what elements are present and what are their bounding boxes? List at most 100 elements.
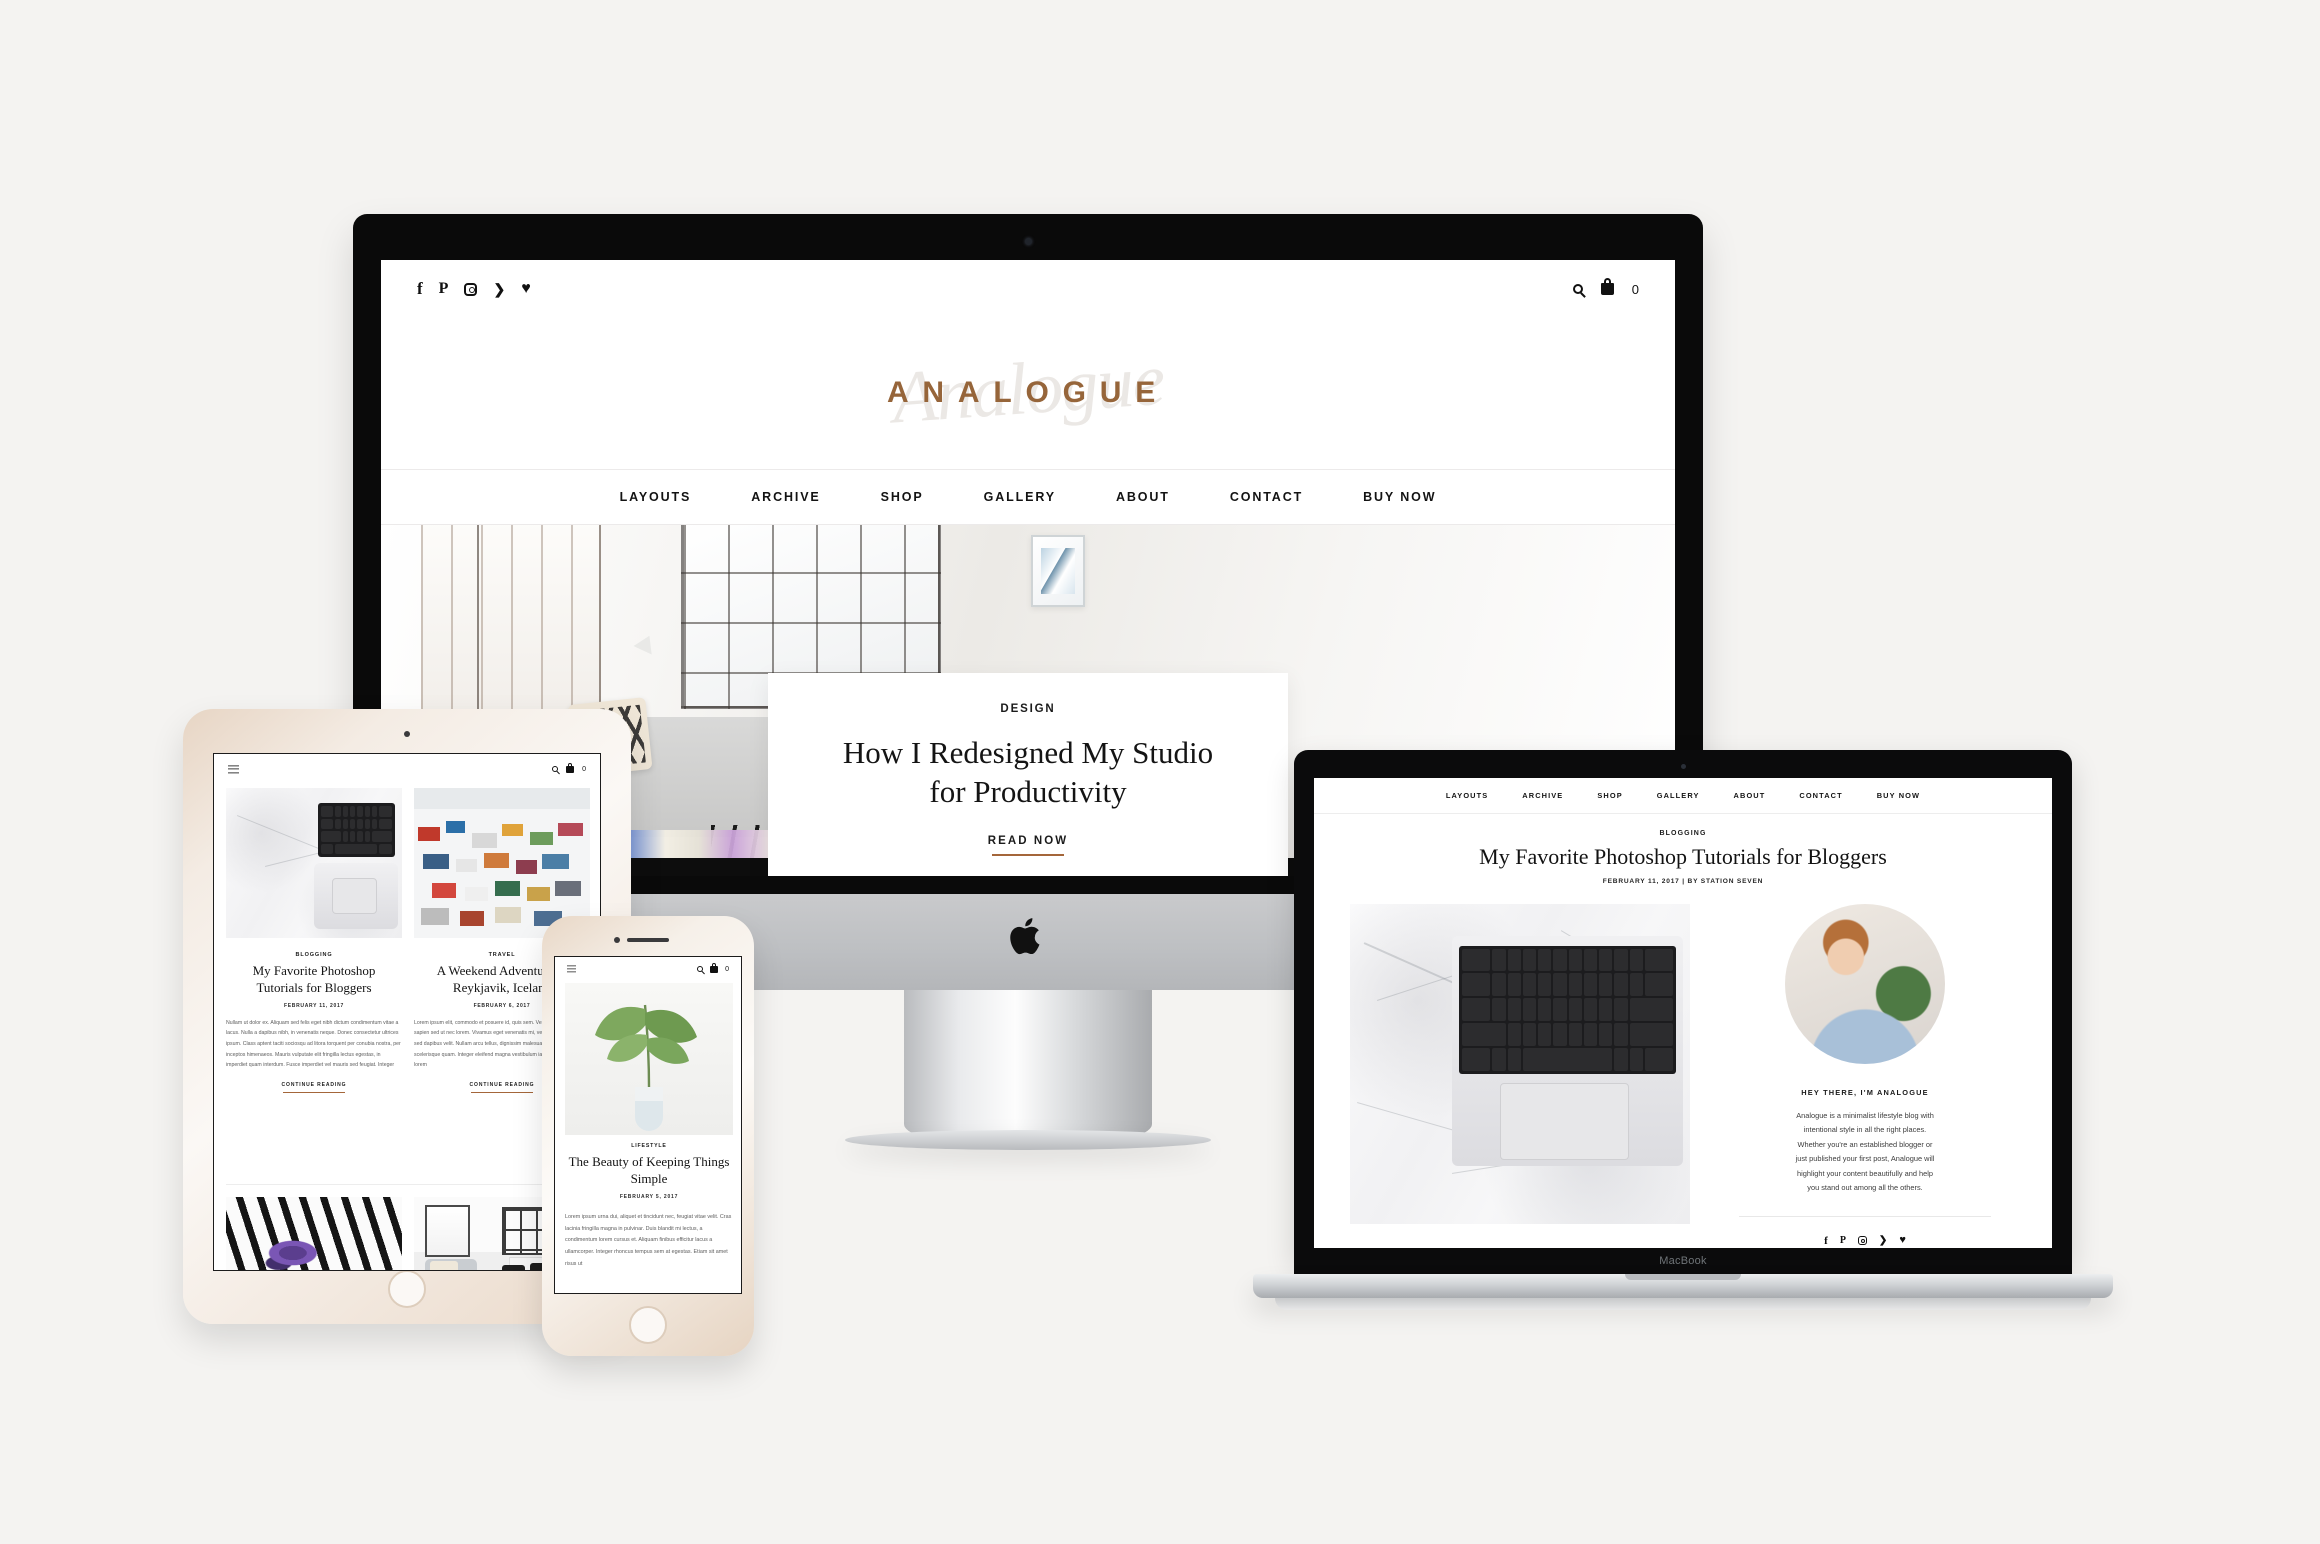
post-category: BLOGGING [1659, 830, 1707, 837]
macbook-post-image[interactable] [1350, 904, 1690, 1224]
nav-item-archive[interactable]: ARCHIVE [1522, 791, 1563, 800]
imac-stand [904, 990, 1152, 1142]
nav-item-gallery[interactable]: GALLERY [1657, 791, 1700, 800]
post-title-line-2: Simple [630, 1170, 668, 1186]
iphone-earpiece [627, 938, 669, 942]
iphone-post-image[interactable] [565, 983, 733, 1135]
hamburger-menu-icon[interactable] [567, 965, 576, 973]
twitter-icon[interactable]: ❯ [493, 281, 505, 298]
apple-logo-icon [1009, 914, 1047, 958]
shopping-bag-icon[interactable] [566, 762, 575, 773]
iphone-utility[interactable]: 0 [697, 962, 729, 975]
post-title: My Favorite Photoshop Tutorials for Blog… [226, 963, 402, 997]
hero-title-line-1: How I Redesigned My Studio [842, 735, 1214, 770]
post-title-line-1: My Favorite Photoshop [252, 963, 376, 978]
iphone-post[interactable]: LIFESTYLE The Beauty of Keeping Things S… [565, 1143, 733, 1270]
device-iphone: 0 LIFESTYLE The Beauty of Keeping Things… [542, 916, 754, 1356]
shopping-bag-icon[interactable] [710, 962, 719, 973]
heart-icon[interactable]: ♥ [1899, 1235, 1906, 1246]
macbook-post-header: BLOGGING My Favorite Photoshop Tutorials… [1314, 830, 2052, 885]
hero-title: How I Redesigned My Studio for Productiv… [843, 733, 1213, 811]
cart-count: 0 [1631, 281, 1639, 297]
hero-cta-label: READ NOW [987, 835, 1069, 848]
macbook-base-notch [1625, 1274, 1741, 1280]
post-meta: FEBRUARY 11, 2017 | BY STATION SEVEN [1602, 878, 1764, 886]
post-date: FEBRUARY 5, 2017 [619, 1194, 679, 1201]
heart-icon[interactable]: ♥ [521, 281, 531, 297]
post-title-line-2: Tutorials for Bloggers [256, 979, 372, 995]
imac-utility[interactable]: 0 [1572, 278, 1639, 298]
iphone-topbar: 0 [555, 957, 741, 981]
hero-read-now-button[interactable]: READ NOW [987, 835, 1069, 857]
macbook-screen: LAYOUTS ARCHIVE SHOP GALLERY ABOUT CONTA… [1314, 778, 2052, 1248]
hero-category: DESIGN [1000, 703, 1056, 715]
post-continue-reading-button[interactable]: CONTINUE READING [226, 1082, 402, 1094]
ipad-bottom-images [226, 1184, 590, 1270]
post-image [226, 788, 402, 938]
search-icon[interactable] [1572, 284, 1586, 298]
post-date: FEBRUARY 11, 2017 [284, 1002, 344, 1009]
cart-count: 0 [725, 965, 729, 973]
bio-line: intentional style in all the right place… [1803, 1125, 1927, 1135]
search-icon[interactable] [552, 766, 560, 775]
nav-item-about[interactable]: ABOUT [1116, 490, 1170, 504]
nav-item-buy-now[interactable]: BUY NOW [1363, 490, 1436, 504]
imac-camera-icon [1024, 238, 1032, 245]
post-cta-label: CONTINUE READING [281, 1082, 347, 1089]
imac-social-links[interactable]: f P ❯ ♥ [417, 279, 531, 299]
search-icon[interactable] [697, 966, 705, 975]
post-cta-underline [283, 1092, 345, 1094]
ipad-post-grid: BLOGGING My Favorite Photoshop Tutorials… [226, 788, 590, 1094]
nav-item-gallery[interactable]: GALLERY [984, 490, 1056, 504]
sidebar-social-links[interactable]: f P ❯ ♥ [1824, 1235, 1906, 1247]
post-cta-underline [471, 1092, 533, 1094]
ipad-utility[interactable]: 0 [552, 762, 586, 775]
post-title-line-1: The Beauty of Keeping Things [568, 1154, 730, 1169]
post-category: BLOGGING [295, 952, 333, 958]
nav-item-shop[interactable]: SHOP [881, 490, 924, 504]
instagram-icon[interactable] [1857, 1236, 1867, 1246]
imac-hero-card: DESIGN How I Redesigned My Studio for Pr… [768, 673, 1288, 876]
bio-line: just published your first post, Analogue… [1795, 1154, 1935, 1164]
ipad-post-card[interactable]: BLOGGING My Favorite Photoshop Tutorials… [226, 788, 402, 1094]
macbook-nav[interactable]: LAYOUTS ARCHIVE SHOP GALLERY ABOUT CONTA… [1314, 778, 2052, 814]
pinterest-icon[interactable]: P [439, 280, 449, 298]
macbook-base-shadow [1275, 1298, 2091, 1310]
post-category: LIFESTYLE [631, 1143, 667, 1149]
nav-item-buy-now[interactable]: BUY NOW [1877, 791, 1920, 800]
keyboard [1458, 945, 1677, 1074]
instagram-icon[interactable] [464, 282, 478, 296]
hamburger-menu-icon[interactable] [228, 764, 239, 774]
macbook-camera-icon [1680, 764, 1686, 769]
nav-item-contact[interactable]: CONTACT [1799, 791, 1842, 800]
twitter-icon[interactable]: ❯ [1879, 1235, 1887, 1246]
imac-stand-base [845, 1130, 1211, 1150]
nav-item-archive[interactable]: ARCHIVE [751, 490, 820, 504]
imac-topbar: f P ❯ ♥ 0 [381, 260, 1675, 318]
shopping-bag-icon[interactable] [1600, 278, 1614, 295]
facebook-icon[interactable]: f [417, 279, 423, 299]
nav-item-layouts[interactable]: LAYOUTS [620, 490, 692, 504]
imac-logo[interactable]: Analogue ANALOGUE [381, 318, 1675, 468]
ipad-home-button[interactable] [388, 1270, 426, 1308]
logo-wordmark: ANALOGUE [886, 376, 1170, 409]
sidebar-heading: HEY THERE, I'M ANALOGUE [1801, 1088, 1929, 1097]
nav-item-about[interactable]: ABOUT [1734, 791, 1766, 800]
nav-item-layouts[interactable]: LAYOUTS [1446, 791, 1488, 800]
iphone-home-button[interactable] [629, 1306, 667, 1344]
macbook-lid-chin: MacBook [1294, 1248, 2072, 1274]
facebook-icon[interactable]: f [1824, 1235, 1828, 1247]
bottom-image[interactable] [226, 1197, 402, 1270]
post-title: The Beauty of Keeping Things Simple [565, 1154, 733, 1187]
sidebar-bio: Analogue is a minimalist lifestyle blog … [1739, 1109, 1991, 1196]
nav-item-shop[interactable]: SHOP [1597, 791, 1622, 800]
device-macbook: LAYOUTS ARCHIVE SHOP GALLERY ABOUT CONTA… [1253, 750, 2113, 1350]
iphone-camera-icon [614, 937, 620, 943]
iphone-screen: 0 LIFESTYLE The Beauty of Keeping Things… [554, 956, 742, 1294]
macbook-brand-label: MacBook [1659, 1255, 1707, 1267]
pinterest-icon[interactable]: P [1840, 1235, 1846, 1246]
imac-nav[interactable]: LAYOUTS ARCHIVE SHOP GALLERY ABOUT CONTA… [381, 469, 1675, 525]
macbook-sidebar: HEY THERE, I'M ANALOGUE Analogue is a mi… [1714, 904, 2016, 1247]
nav-item-contact[interactable]: CONTACT [1230, 490, 1303, 504]
cart-count: 0 [582, 765, 586, 773]
